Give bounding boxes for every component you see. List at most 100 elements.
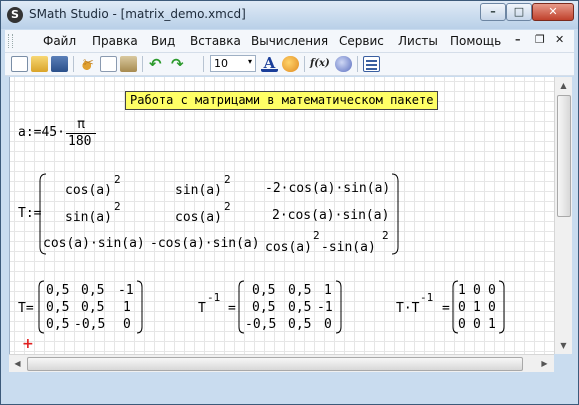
- mdi-close-button[interactable]: ✕: [555, 33, 564, 46]
- T-inverse-cell: 1: [324, 283, 332, 298]
- scroll-left-icon[interactable]: ◀: [9, 355, 26, 372]
- T-inverse-lhs[interactable]: T: [198, 301, 206, 316]
- T-inverse-equals: =: [228, 301, 236, 316]
- T-result-cell: 0,5: [46, 300, 70, 315]
- menu-grip[interactable]: [8, 34, 13, 48]
- T-inverse-cell: 0,5: [288, 317, 312, 332]
- menu-edit[interactable]: Правка: [92, 34, 138, 48]
- menu-sheets[interactable]: Листы: [398, 34, 438, 48]
- worksheet-heading[interactable]: Работа с матрицами в математическом паке…: [125, 91, 439, 110]
- cut-icon[interactable]: ✂: [80, 56, 97, 72]
- insertion-cursor: +: [22, 336, 34, 352]
- menu-calculations[interactable]: Вычисления: [251, 34, 328, 48]
- vertical-scroll-thumb[interactable]: [557, 95, 571, 217]
- menu-file[interactable]: Файл: [43, 34, 76, 48]
- insert-unit-icon[interactable]: [335, 56, 352, 72]
- worksheet[interactable]: Работа с матрицами в математическом паке…: [9, 77, 554, 354]
- product-lhs[interactable]: T·T: [396, 301, 419, 316]
- T-result-cell: 0,5: [46, 317, 70, 332]
- identity-cell: 1: [488, 317, 496, 332]
- open-folder-icon[interactable]: [31, 56, 48, 72]
- horizontal-scrollbar[interactable]: ◀ ▶: [9, 354, 554, 372]
- T-inverse-cell: 0: [324, 317, 332, 332]
- menu-help[interactable]: Помощь: [450, 34, 501, 48]
- save-icon[interactable]: [51, 56, 68, 72]
- identity-cell: 0: [458, 317, 466, 332]
- new-document-icon[interactable]: [11, 56, 28, 72]
- identity-cell: 0: [488, 300, 496, 315]
- T-cell-1-3[interactable]: -2·cos(a)·sin(a): [265, 181, 390, 196]
- scroll-right-icon[interactable]: ▶: [536, 355, 553, 372]
- mdi-restore-button[interactable]: ❐: [535, 33, 545, 46]
- T-cell-3-2[interactable]: -cos(a)·sin(a): [150, 236, 260, 251]
- undo-icon[interactable]: ↶: [149, 56, 166, 72]
- T-result-cell: 0: [123, 317, 131, 332]
- vertical-scrollbar[interactable]: ▲ ▼: [554, 77, 572, 354]
- T-cell-2-3[interactable]: 2·cos(a)·sin(a): [272, 208, 389, 223]
- a-fraction-denominator[interactable]: 180: [68, 134, 91, 149]
- worksheet-icon[interactable]: [363, 56, 380, 72]
- T-result-cell: 0,5: [81, 300, 105, 315]
- identity-cell: 0: [488, 283, 496, 298]
- T-result-cell: 0,5: [81, 283, 105, 298]
- T-inverse-cell: 0,5: [288, 300, 312, 315]
- T-result-cell: -1: [118, 283, 134, 298]
- T-inverse-cell: 0,5: [252, 300, 276, 315]
- T-cell-3-1[interactable]: cos(a)·sin(a): [43, 236, 145, 251]
- T-inverse-cell: -1: [317, 300, 333, 315]
- toolbar-separator: [357, 56, 358, 72]
- text-color-icon[interactable]: A: [261, 56, 278, 72]
- maximize-button[interactable]: □: [506, 3, 532, 21]
- T-result-lhs[interactable]: T=: [18, 301, 34, 316]
- matrix-right-bracket: [498, 280, 505, 334]
- a-fraction-numerator[interactable]: π: [68, 117, 94, 132]
- a-definition-lhs[interactable]: a:=45·: [18, 125, 65, 140]
- menu-insert[interactable]: Вставка: [190, 34, 241, 48]
- toolbar-separator: [73, 56, 74, 72]
- paste-icon[interactable]: [120, 56, 137, 72]
- redo-icon[interactable]: ↷: [171, 56, 188, 72]
- window-title: SMath Studio - [matrix_demo.xmcd]: [29, 7, 246, 21]
- highlight-icon[interactable]: [282, 56, 299, 72]
- menu-tools[interactable]: Сервис: [339, 34, 384, 48]
- app-window: S SMath Studio - [matrix_demo.xmcd] – □ …: [0, 0, 579, 405]
- matrix-right-bracket: [335, 280, 342, 334]
- T-inverse-exponent: -1: [207, 291, 221, 304]
- identity-cell: 1: [473, 300, 481, 315]
- T-cell-3-3-suffix[interactable]: -sin(a): [321, 240, 376, 255]
- copy-icon[interactable]: [100, 56, 117, 72]
- T-cell-2-1-exponent: 2: [114, 200, 121, 213]
- scroll-up-icon[interactable]: ▲: [555, 77, 572, 94]
- product-exponent: -1: [420, 291, 434, 304]
- T-cell-3-3-suffix-exponent: 2: [382, 229, 389, 242]
- chevron-down-icon: ▾: [247, 57, 252, 66]
- T-cell-3-3[interactable]: cos(a): [265, 240, 312, 255]
- scroll-down-icon[interactable]: ▼: [555, 337, 572, 354]
- close-button[interactable]: ✕: [532, 3, 574, 21]
- horizontal-scroll-thumb[interactable]: [27, 357, 523, 371]
- status-bar: [1, 372, 578, 404]
- T-result-cell: -0,5: [74, 317, 106, 332]
- T-cell-1-1[interactable]: cos(a): [65, 183, 112, 198]
- toolbar-separator: [203, 56, 204, 72]
- menu-bar: Файл Правка Вид Вставка Вычисления Серви…: [5, 30, 574, 53]
- toolbar: ✂ ↶ ↷ 10 ▾ A f(x): [5, 53, 574, 76]
- T-cell-2-2[interactable]: cos(a): [175, 210, 222, 225]
- function-icon[interactable]: f(x): [310, 56, 332, 72]
- T-cell-1-2-exponent: 2: [224, 173, 231, 186]
- matrix-right-bracket: [391, 173, 399, 255]
- mdi-minimize-button[interactable]: –: [515, 33, 521, 46]
- identity-cell: 0: [473, 317, 481, 332]
- identity-cell: 0: [458, 300, 466, 315]
- menu-view[interactable]: Вид: [151, 34, 175, 48]
- minimize-button[interactable]: –: [480, 3, 506, 21]
- T-result-cell: 1: [123, 300, 131, 315]
- T-inverse-cell: -0,5: [245, 317, 277, 332]
- T-cell-2-1[interactable]: sin(a): [65, 210, 112, 225]
- matrix-left-bracket: [38, 280, 45, 334]
- font-size-value: 10: [214, 57, 228, 70]
- T-cell-3-3-exponent: 2: [313, 229, 320, 242]
- T-cell-1-2[interactable]: sin(a): [175, 183, 222, 198]
- font-size-select[interactable]: 10 ▾: [210, 55, 256, 72]
- title-bar[interactable]: S SMath Studio - [matrix_demo.xmcd] – □ …: [1, 1, 578, 29]
